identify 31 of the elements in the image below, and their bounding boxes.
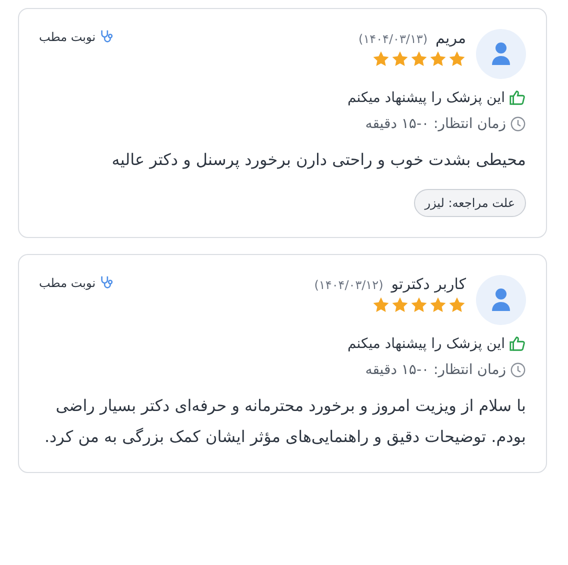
recommendation-text: این پزشک را پیشنهاد میکنم [347,90,505,106]
wait-time: زمان انتظار: ۰-۱۵ دقیقه [365,116,506,132]
review-date: (۱۴۰۴/۰۳/۱۲) [314,278,384,292]
star-icon [448,50,466,68]
reviewer-name: کاربر دکترتو [391,275,466,293]
recommendation-text: این پزشک را پیشنهاد میکنم [347,336,505,352]
thumbs-up-icon [509,335,526,352]
visit-reason-tag: علت مراجعه: لیزر [414,189,526,217]
clock-icon [510,116,526,132]
star-icon [372,50,390,68]
reviewer-name: مریم [436,29,466,47]
star-icon [410,296,428,314]
star-icon [391,50,409,68]
user-avatar [476,29,526,79]
star-icon [429,296,447,314]
stethoscope-icon [98,29,114,44]
appointment-type: نوبت مطب [39,276,96,290]
star-icon [372,296,390,314]
star-icon [391,296,409,314]
thumbs-up-icon [509,89,526,106]
review-comment: محیطی بشدت خوب و راحتی دارن برخورد پرسنل و دکتر عالیه [110,149,526,171]
review-date: (۱۴۰۴/۰۳/۱۳) [358,32,428,46]
star-icon [429,50,447,68]
star-icon [448,296,466,314]
wait-time: زمان انتظار: ۰-۱۵ دقیقه [365,362,506,378]
star-icon [410,50,428,68]
appointment-type: نوبت مطب [39,30,96,44]
review-comment: با سلام از ویزیت امروز و برخورد محترمانه و حرفه‌ای دکتر بسیار راضی بودم. توضیحات دقیق و راهنمایی‌های مؤثر ایشان کمک بزرگی به من کرد. [43,395,526,448]
stethoscope-icon [98,275,114,290]
user-avatar [476,275,526,325]
clock-icon [510,362,526,378]
